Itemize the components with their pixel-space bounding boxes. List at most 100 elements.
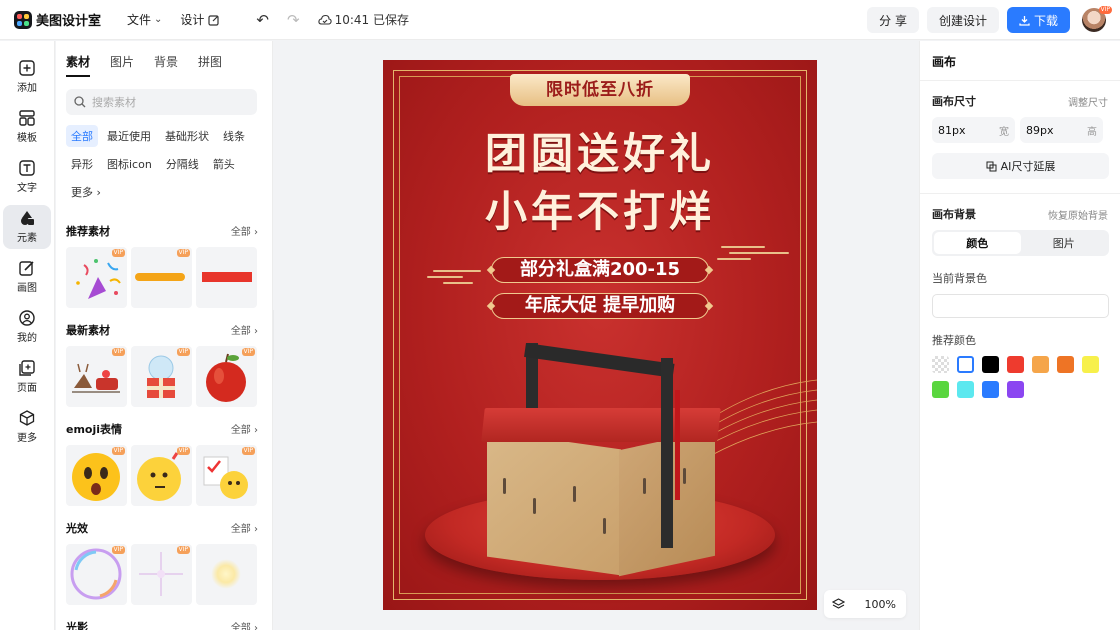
chip-arrows[interactable]: 箭头 [208,153,240,175]
asset-thumb-brush-stroke[interactable]: VIP [131,247,192,308]
chip-irregular[interactable]: 异形 [66,153,98,175]
height-field[interactable]: 高 [1020,117,1103,143]
share-button[interactable]: 分 享 [867,7,919,33]
height-input[interactable] [1026,123,1076,137]
chip-recent[interactable]: 最近使用 [102,125,156,147]
rail-item-mine[interactable]: 我的 [3,305,51,349]
rail-item-template[interactable]: 模板 [3,105,51,149]
create-design-button[interactable]: 创建设计 [926,7,999,33]
search-box[interactable] [66,89,257,115]
chip-more-label: 更多 [71,186,93,199]
rail-item-more[interactable]: 更多 [3,405,51,449]
color-swatch[interactable] [1057,356,1074,373]
asset-thumb-confetti[interactable]: VIP [66,247,127,308]
rail-label-elements: 元素 [17,233,37,244]
cloud-ornament [729,252,789,254]
color-swatch[interactable] [932,356,949,373]
seg-image[interactable]: 图片 [1021,232,1108,254]
asset-thumb-apple[interactable]: VIP [196,346,257,407]
see-all-recommended[interactable]: 全部 › [231,223,258,239]
poster-headline-2[interactable]: 小年不打烊 [383,178,817,239]
app-logo[interactable]: 美图设计室 [14,10,104,29]
asset-thumb-glow[interactable] [196,544,257,605]
download-button[interactable]: 下载 [1006,7,1070,33]
adjust-size-link[interactable]: 调整尺寸 [1068,94,1108,109]
rail-item-page[interactable]: 页面 [3,355,51,399]
color-swatch[interactable] [957,356,974,373]
color-swatch[interactable] [1082,356,1099,373]
chip-lines[interactable]: 线条 [218,125,250,147]
color-swatches [932,356,1120,406]
gift-box-image[interactable] [481,408,721,577]
tab-backgrounds[interactable]: 背景 [154,53,178,77]
section-title-emoji: emoji表情 [66,423,123,436]
rail-item-text[interactable]: 文字 [3,155,51,199]
chip-basic-shapes[interactable]: 基础形状 [160,125,214,147]
section-title-recommended: 推荐素材 [66,225,110,238]
tab-collage[interactable]: 拼图 [198,53,222,77]
asset-thumb-emoji-shocked[interactable]: VIP [66,445,127,506]
color-swatch[interactable] [1007,381,1024,398]
file-menu[interactable]: 文件 ⌄ [127,11,162,28]
color-swatch[interactable] [1007,356,1024,373]
tab-materials[interactable]: 素材 [66,53,91,77]
color-swatch[interactable] [982,356,999,373]
poster-promo-pill-1[interactable]: 部分礼盒满200-15 [491,257,709,283]
asset-thumb-snow-globe-gift[interactable]: VIP [131,346,192,407]
restore-background-link[interactable]: 恢复原始背景 [1048,207,1108,222]
chip-all[interactable]: 全部 [66,125,98,147]
asset-thumb-emoji-thinking[interactable]: VIP [131,445,192,506]
zoom-control[interactable]: 100% [824,590,906,618]
avatar-vip-badge: VIP [1098,6,1112,14]
asset-thumb-emoji-checklist[interactable]: VIP [196,445,257,506]
color-swatch[interactable] [957,381,974,398]
see-all-light-effects[interactable]: 全部 › [231,520,258,536]
color-swatch[interactable] [932,381,949,398]
undo-icon[interactable]: ↶ [256,11,269,29]
rail-label-more: 更多 [17,433,37,444]
see-all-emoji[interactable]: 全部 › [231,421,258,437]
seg-color[interactable]: 颜色 [934,232,1021,254]
asset-thumb-bubble[interactable]: VIP [66,544,127,605]
tab-images[interactable]: 图片 [110,53,134,77]
box-handle-right [661,358,673,548]
avatar[interactable]: VIP [1082,6,1112,32]
cloud-ornament [717,258,751,260]
cloud-ornament [427,276,463,278]
rail-item-elements[interactable]: 元素 [3,205,51,249]
rail-item-add[interactable]: 添加 [3,55,51,99]
layers-icon[interactable] [832,597,845,611]
current-color-field[interactable] [932,294,1109,318]
zoom-level[interactable]: 100% [865,598,896,611]
logo-icon [14,10,32,29]
chip-dividers[interactable]: 分隔线 [161,153,204,175]
asset-thumb-star-sparkle[interactable]: VIP [131,544,192,605]
chip-icons[interactable]: 图标icon [102,153,157,175]
poster-headline-1[interactable]: 团圆送好礼 [383,120,817,181]
redo-icon[interactable]: ↷ [287,11,300,29]
asset-thumb-red-bar[interactable] [196,247,257,308]
poster-canvas[interactable]: 限时低至八折 团圆送好礼 小年不打烊 部分礼盒满200-15 年底大促 提早加购 [383,60,817,610]
width-field[interactable]: 宽 [932,117,1015,143]
color-swatch[interactable] [1032,356,1049,373]
color-swatch[interactable] [982,381,999,398]
vip-badge: VIP [111,546,125,554]
user-icon [19,310,35,326]
rail-item-draw[interactable]: 画图 [3,255,51,299]
search-input[interactable] [92,95,242,109]
poster-promo-pill-2[interactable]: 年底大促 提早加购 [491,293,709,319]
ai-resize-button[interactable]: AI尺寸延展 [932,153,1109,179]
width-input[interactable] [938,123,988,137]
create-design-label: 创建设计 [938,13,987,28]
top-bar: 美图设计室 文件 ⌄ 设计 ↶ ↷ 10:41 已保存 分 享 创建设计 下载 V… [0,0,1120,40]
design-menu[interactable]: 设计 [180,11,220,28]
see-all-light-shadow[interactable]: 全部 › [231,619,258,630]
rail-label-draw: 画图 [17,283,37,294]
cloud-icon [317,14,332,25]
file-menu-label: 文件 [127,13,152,27]
asset-thumb-reindeer-sleigh[interactable]: VIP [66,346,127,407]
poster-banner[interactable]: 限时低至八折 [510,74,690,106]
box-painting-figure [683,468,686,484]
see-all-latest[interactable]: 全部 › [231,322,258,338]
chip-more[interactable]: 更多 › [66,181,106,203]
